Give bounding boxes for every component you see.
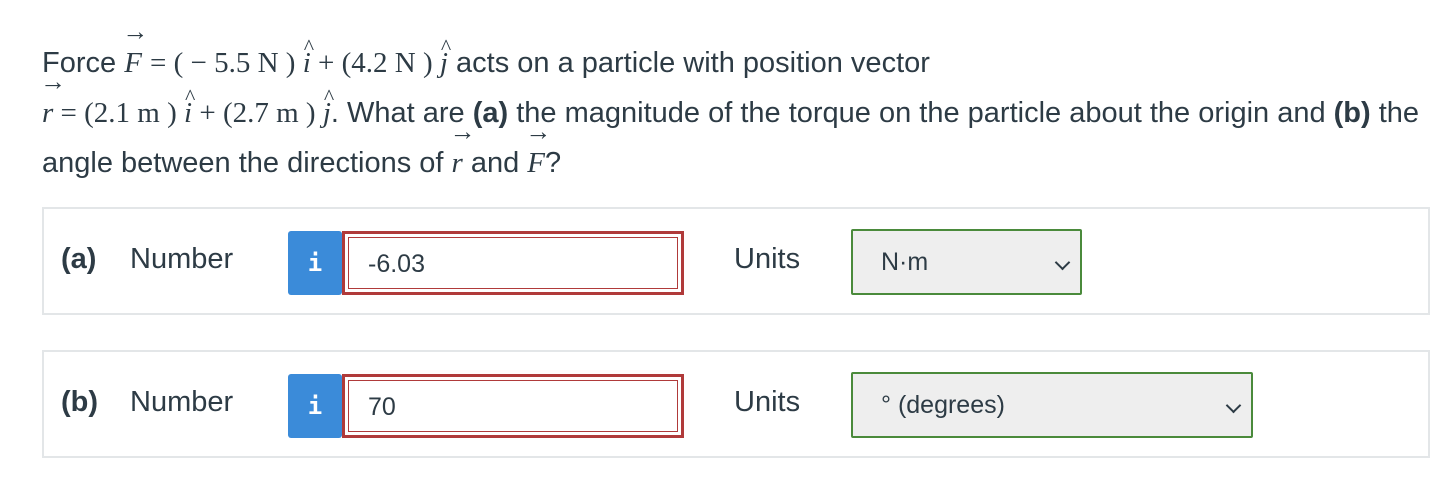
units-label: Units xyxy=(734,386,801,418)
units-select[interactable]: N·m xyxy=(851,229,1082,295)
part-b-answer-row: (b) Number i 70 Units ° (degrees) xyxy=(42,350,1430,458)
units-label: Units xyxy=(734,243,801,275)
position-vector-symbol: → r xyxy=(40,67,66,130)
number-label: Number xyxy=(130,386,234,418)
force-vector-symbol-2: → F xyxy=(525,117,552,180)
position-plus: + (2.7 m ) xyxy=(192,97,323,129)
force-vector-symbol: → F xyxy=(122,17,149,80)
chevron-down-icon xyxy=(1225,397,1242,414)
units-select[interactable]: ° (degrees) xyxy=(851,372,1253,438)
answer-value: -6.03 xyxy=(368,250,425,278)
part-b-tag: (b) xyxy=(1333,97,1371,129)
question-text: Force → F = ( − 5.5 N ) ^ i + (4.2 N ) ^ j … xyxy=(40,17,1432,188)
answer-input[interactable]: 70 xyxy=(342,374,684,438)
part-a-text: the magnitude of the torque on the parti… xyxy=(508,97,1334,129)
units-selected-value: N·m xyxy=(881,248,929,276)
i-hat-symbol-2: ^ i xyxy=(184,84,196,129)
and-text: and xyxy=(462,147,528,179)
info-icon[interactable]: i xyxy=(288,374,342,438)
question-mark: ? xyxy=(545,147,562,179)
info-icon[interactable]: i xyxy=(288,231,342,295)
acts-text: acts on a particle with position vector xyxy=(447,47,930,79)
i-hat-symbol: ^ i xyxy=(302,34,315,79)
part-a-tag: (a) xyxy=(472,97,509,129)
part-label: (b) xyxy=(61,386,99,418)
number-label: Number xyxy=(130,243,234,275)
position-vector-symbol-2: → r xyxy=(449,117,476,180)
units-selected-value: ° (degrees) xyxy=(881,391,1005,419)
chevron-down-icon xyxy=(1054,254,1071,271)
force-expression: = ( − 5.5 N ) xyxy=(149,47,303,79)
answer-input[interactable]: -6.03 xyxy=(342,231,684,295)
j-hat-symbol-2: ^ j xyxy=(322,84,335,129)
answer-value: 70 xyxy=(368,393,396,421)
part-label: (a) xyxy=(61,243,97,275)
position-expression: = (2.1 m ) xyxy=(53,97,185,129)
j-hat-symbol: ^ j xyxy=(439,34,452,79)
part-a-answer-row: (a) Number i -6.03 Units N·m xyxy=(42,207,1430,315)
